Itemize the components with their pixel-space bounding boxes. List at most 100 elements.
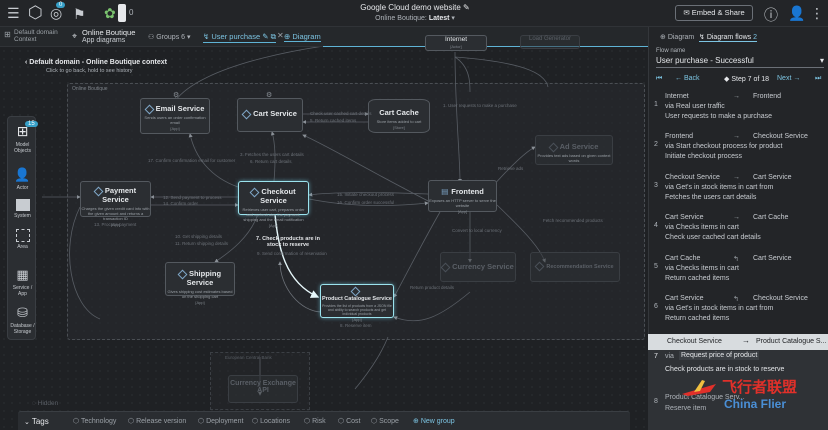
last-step-button[interactable]: ⏭ bbox=[815, 75, 821, 83]
location-pin-icon: ⌖ bbox=[72, 31, 78, 41]
active-step-header[interactable]: Checkout Service → Product Catalogue S..… bbox=[648, 334, 828, 350]
node-payment-service[interactable]: Payment Service Charges the given credit… bbox=[80, 181, 151, 227]
edge-catalogue-down[interactable] bbox=[354, 336, 389, 390]
node-desc: Charges the given credit card info with … bbox=[81, 206, 150, 221]
flow-step[interactable]: 1 Internet → Frontend via Real user traffic… bbox=[648, 93, 828, 133]
node-checkout-service[interactable]: Checkout Service Retrieves user cart, pr… bbox=[238, 181, 309, 228]
tag-risk[interactable]: ⬡ Risk bbox=[304, 417, 326, 425]
node-internet[interactable]: Internet [Actor] bbox=[425, 35, 487, 51]
node-recommendation-service[interactable]: Recommendation Service bbox=[530, 252, 620, 282]
palette-area[interactable]: Area bbox=[8, 229, 37, 250]
node-frontend[interactable]: ▤ Frontend Exposes an HTTP server to serv… bbox=[428, 180, 497, 214]
edge-label: 9. Send confirmation of reservation bbox=[257, 251, 327, 256]
diagram-tab[interactable]: ⊕ Diagram bbox=[284, 32, 321, 42]
edge-loadgen[interactable] bbox=[454, 56, 471, 93]
flow-name-select[interactable]: User purchase - Successful ▾ bbox=[656, 56, 824, 68]
flow-step[interactable]: 4 Cart Service → Cart Cache via Checks item… bbox=[648, 214, 828, 254]
notifications-icon[interactable]: ◎ 0 bbox=[50, 2, 66, 22]
palette-database[interactable]: ⛁ Database / Storage bbox=[8, 305, 37, 335]
edge-label: 17. Confirm confirmation email for custo… bbox=[148, 158, 236, 163]
edge-label: 13. Process payment bbox=[94, 222, 137, 227]
edge-internet-frontend[interactable] bbox=[454, 51, 462, 183]
tab-diagram[interactable]: ⊕ Diagram bbox=[660, 33, 694, 41]
service-icon bbox=[548, 142, 559, 152]
version-selector[interactable]: Online Boutique: Latest ▾ bbox=[330, 14, 500, 22]
node-product-catalogue-service[interactable]: Product Catalogue Service Provides the l… bbox=[320, 284, 394, 322]
tag-locations[interactable]: ⬡ Locations bbox=[252, 417, 290, 425]
flow-step[interactable]: 6 Cart Service ↰ Checkout Service via Get's… bbox=[648, 295, 828, 335]
flow-tab[interactable]: ↯ User purchase ✎ ⧉ bbox=[203, 32, 276, 43]
first-step-button[interactable]: ⏮ bbox=[656, 75, 662, 83]
hidden-toggle[interactable]: ◌ Hidden bbox=[32, 400, 58, 407]
tag-deployment[interactable]: ⬡ Deployment bbox=[198, 417, 243, 425]
edge-label-active: 7. Check products are in stock to reserv… bbox=[256, 236, 320, 248]
node-currency-service[interactable]: Currency Service bbox=[440, 252, 516, 282]
next-button[interactable]: Next → bbox=[777, 75, 800, 82]
node-load-generator[interactable]: Load Generator bbox=[520, 35, 580, 49]
palette-system[interactable]: System bbox=[8, 199, 37, 219]
node-title: Checkout Service bbox=[260, 187, 296, 205]
node-email-service[interactable]: ⚙ Email Service Sends users an order con… bbox=[140, 92, 210, 134]
flow-step[interactable]: 3 Checkout Service → Cart Service via Get's… bbox=[648, 174, 828, 214]
edge-label: Check user cached cart details bbox=[310, 111, 372, 116]
node-cart-service[interactable]: ⚙ Cart Service bbox=[237, 92, 303, 132]
toggle-switch[interactable] bbox=[118, 4, 126, 22]
tag-scope[interactable]: ⬡ Scope bbox=[371, 417, 399, 425]
palette-label: Model Objects bbox=[14, 142, 31, 154]
back-hint: Click to go back, hold to see history bbox=[46, 68, 133, 74]
flow-name-label: Flow name bbox=[656, 48, 686, 54]
edge-internet-email[interactable] bbox=[174, 47, 425, 102]
edge-catalogue-checkout[interactable] bbox=[278, 261, 323, 313]
node-currency-exchange-api[interactable]: Currency Exchange API bbox=[228, 375, 298, 403]
help-icon[interactable]: ⓘ bbox=[764, 5, 778, 25]
new-group-button[interactable]: ⊕ New group bbox=[413, 417, 455, 425]
node-desc: Exposes an HTTP server to serve the webs… bbox=[429, 198, 496, 208]
palette-service-app[interactable]: ▦ Service / App bbox=[8, 267, 37, 297]
palette-model-objects[interactable]: ⊞ 15 Model Objects bbox=[8, 121, 38, 154]
grid-icon: ▦ bbox=[16, 267, 29, 282]
edge-label: 11. Return shipping details bbox=[175, 241, 228, 246]
flow-step[interactable]: 5 Cart Cache ↰ Cart Service via Checks item… bbox=[648, 255, 828, 295]
flow-step[interactable]: 2 Frontend → Checkout Service via Start che… bbox=[648, 133, 828, 173]
palette-label: Actor bbox=[16, 185, 29, 191]
hamburger-icon[interactable]: ☰ bbox=[7, 5, 20, 22]
system-icon bbox=[15, 199, 30, 211]
node-title: Product Catalogue Service bbox=[322, 296, 392, 302]
edge-internet-loadgen[interactable] bbox=[454, 56, 549, 88]
app-name: Online Boutique bbox=[82, 28, 136, 37]
edge-label: Fetch recommended products bbox=[543, 218, 603, 223]
breadcrumb-app[interactable]: Online Boutique App diagrams bbox=[82, 28, 135, 44]
close-flow-icon[interactable]: ✕ bbox=[277, 31, 284, 40]
step-via: via bbox=[665, 353, 674, 360]
node-cart-cache[interactable]: Cart Cache Store items added to cart [St… bbox=[368, 99, 430, 133]
tag-release-version[interactable]: ⬡ Release version bbox=[128, 417, 186, 425]
edge-currency-catalogue[interactable] bbox=[393, 291, 471, 322]
tags-toggle[interactable]: ⌄ Tags bbox=[24, 417, 49, 426]
embed-share-button[interactable]: ✉ Embed & Share bbox=[675, 5, 753, 21]
service-icon bbox=[249, 187, 260, 197]
tab-diagram-flows[interactable]: ↯ Diagram flows 2 bbox=[699, 33, 758, 42]
tag-cost[interactable]: ⬡ Cost bbox=[338, 417, 360, 425]
node-shipping-service[interactable]: Shipping Service Gives shipping cost est… bbox=[165, 262, 235, 305]
back-button[interactable]: ← Back bbox=[675, 75, 700, 82]
breadcrumb-domain[interactable]: Default domain Context bbox=[14, 29, 58, 43]
extensions-icon[interactable]: ✿ bbox=[104, 5, 116, 22]
groups-dropdown[interactable]: ⚇ Groups 6 ▾ bbox=[148, 33, 191, 41]
step-number: 8 bbox=[654, 398, 658, 405]
palette-actor[interactable]: 👤 Actor bbox=[8, 167, 37, 191]
document-title[interactable]: Google Cloud demo website ✎ bbox=[330, 3, 500, 12]
plane-logo-icon bbox=[682, 380, 716, 396]
node-desc: Store items added to cart bbox=[376, 119, 422, 124]
app-logo-icon[interactable]: ⬡ bbox=[28, 3, 43, 23]
node-ad-service[interactable]: Ad Service Provides text ads based on gi… bbox=[535, 135, 613, 165]
tag-technology[interactable]: ⬡ Technology bbox=[73, 417, 116, 425]
node-tag: [Actor] bbox=[450, 44, 462, 49]
back-link[interactable]: ‹ Default domain - Online Boutique conte… bbox=[25, 59, 167, 66]
more-icon[interactable]: ⋮ bbox=[810, 5, 824, 22]
domain-label: Default domain bbox=[14, 29, 58, 36]
add-user-icon[interactable]: 👤 bbox=[788, 5, 805, 22]
step-via-target[interactable]: Request price of product bbox=[679, 351, 760, 360]
domain-icon: ⊞ bbox=[4, 30, 11, 39]
extension-count: 0 bbox=[129, 8, 134, 17]
flag-icon[interactable]: ⚑ bbox=[73, 6, 86, 23]
